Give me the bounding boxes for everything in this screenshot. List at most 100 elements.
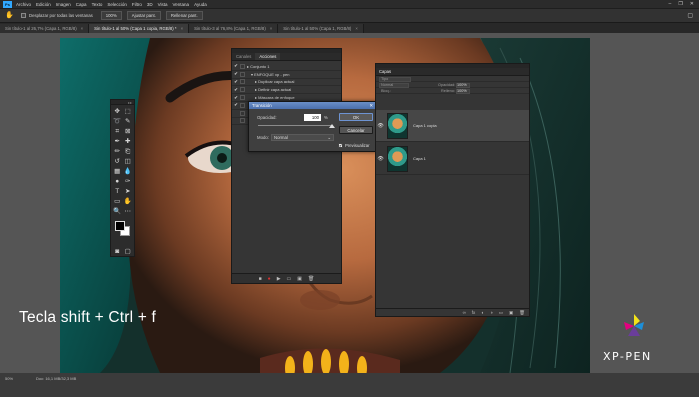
menu-edicion[interactable]: Edición [36,2,51,7]
screen-mode-icon[interactable]: ▢ [123,247,134,257]
dialog-toggle-box[interactable] [240,87,245,93]
menu-imagen[interactable]: Imagen [56,2,71,7]
preview-option[interactable]: ✔ Previsualizar [338,143,370,148]
dialog-toggle-box[interactable] [240,118,245,124]
restore-button[interactable]: ❐ [678,1,682,7]
dialog-title-bar[interactable]: Transición ✕ [249,102,376,109]
fill-screen-button[interactable]: Rellenar pant. [165,11,203,20]
delete-layer-icon[interactable]: 🗑 [519,310,525,316]
play-icon[interactable]: ▶ [277,276,281,282]
opacity-slider-track[interactable] [258,125,332,126]
quick-mask-icon[interactable]: ◙ [112,247,123,257]
menu-vista[interactable]: Vista [158,2,168,7]
close-tab-icon[interactable]: × [81,26,84,31]
workspace-icon[interactable]: ▢ [687,12,693,19]
dialog-toggle-box[interactable] [240,110,245,116]
new-set-icon[interactable]: ▭ [287,276,292,282]
path-select-tool-icon[interactable]: ➤ [123,187,134,197]
color-swatches[interactable] [111,219,134,245]
menu-3d[interactable]: 3D [147,2,153,7]
dialog-toggle-box[interactable] [240,71,245,77]
tab-capas[interactable]: Capas [376,68,529,76]
type-tool-icon[interactable]: T [112,187,123,197]
zoom-tool-icon[interactable]: 🔍 [112,207,123,217]
menu-ventana[interactable]: Ventana [173,2,190,7]
fit-screen-button[interactable]: Ajustar pant. [126,11,161,20]
tab-document-1[interactable]: Sin título-1 al 26,7% (Capa 1, RGB/8) × [0,24,90,33]
adjustment-layer-icon[interactable]: ◑ [490,310,493,315]
close-tab-icon[interactable]: × [270,26,273,31]
move-tool-icon[interactable]: ✥ [112,107,123,117]
action-toggle-check-icon[interactable]: ✔ [232,63,240,69]
tab-document-3[interactable]: Sin título-3 al 76,8% (Capa 1, RGB/8) × [189,24,279,33]
menu-texto[interactable]: Texto [92,2,103,7]
ok-button[interactable]: OK [339,113,373,121]
marquee-tool-icon[interactable]: ⬚ [123,107,134,117]
new-group-icon[interactable]: ▭ [499,310,503,316]
pen-tool-icon[interactable]: ✑ [123,177,134,187]
dodge-tool-icon[interactable]: ● [112,177,123,187]
dialog-close-icon[interactable]: ✕ [369,102,373,109]
brush-tool-icon[interactable]: ✏ [112,147,123,157]
link-layers-icon[interactable]: ∞ [463,310,466,315]
menu-filtro[interactable]: Filtro [132,2,142,7]
scroll-all-windows-checkbox[interactable] [21,13,26,18]
clone-stamp-tool-icon[interactable]: ⎗ [123,147,134,157]
preview-checkbox[interactable]: ✔ [338,143,343,148]
dialog-toggle-box[interactable] [240,63,245,69]
eyedropper-tool-icon[interactable]: ✒ [112,137,123,147]
action-row[interactable]: ✔ ▾ ENFOQUE xp - pen [232,71,341,79]
eraser-tool-icon[interactable]: ◫ [123,157,134,167]
close-tab-icon[interactable]: × [181,26,184,31]
record-icon[interactable]: ● [268,276,271,282]
layer-mask-icon[interactable]: ◐ [481,310,484,315]
action-toggle-check-icon[interactable]: ✔ [232,95,240,101]
menu-archivo[interactable]: Archivo [16,2,31,7]
new-layer-icon[interactable]: ▣ [509,310,513,316]
action-row[interactable]: ✔ ▸ Definir capa actual [232,86,341,95]
more-tools-icon[interactable]: ⋯ [123,207,134,217]
menu-ayuda[interactable]: Ayuda [194,2,207,7]
opacity-slider-thumb[interactable] [329,124,335,128]
action-toggle-check-icon[interactable]: ✔ [232,87,240,93]
quick-select-tool-icon[interactable]: ✎ [123,117,134,127]
hand-icon[interactable]: ✋ [5,12,15,20]
minimize-button[interactable]: – [669,1,672,7]
visibility-eye-icon[interactable]: 👁 [376,156,385,162]
gradient-tool-icon[interactable]: ▦ [112,167,123,177]
dialog-toggle-box[interactable] [240,79,245,85]
layer-row-capa-1-copia[interactable]: 👁 Capa 1 copia [376,110,529,142]
spot-healing-tool-icon[interactable]: ✚ [123,137,134,147]
menu-capa[interactable]: Capa [76,2,87,7]
action-toggle-check-icon[interactable]: ✔ [232,79,240,85]
crop-tool-icon[interactable]: ⌗ [112,127,123,137]
history-brush-tool-icon[interactable]: ↺ [112,157,123,167]
shape-tool-icon[interactable]: ▭ [112,197,123,207]
delete-icon[interactable]: 🗑 [308,276,314,282]
hand-tool-icon[interactable]: ✋ [123,197,134,207]
tab-document-4[interactable]: Sin título-1 al 50% (Capa 1, RGB/8) × [278,24,364,33]
dialog-toggle-box[interactable] [240,102,245,108]
blur-tool-icon[interactable]: 💧 [123,167,134,177]
zoom-level[interactable]: 50% [5,376,13,381]
action-row[interactable]: ✔ ▸ Duplicar capa actual [232,79,341,87]
foreground-color-swatch[interactable] [115,221,125,231]
lasso-tool-icon[interactable]: ➰ [112,117,123,127]
zoom-100-button[interactable]: 100% [100,11,122,20]
dialog-toggle-box[interactable] [240,95,245,101]
cancel-button[interactable]: Cancelar [339,126,373,134]
opacity-input[interactable]: 100 [304,114,321,121]
new-action-icon[interactable]: ▣ [297,276,302,282]
mode-select[interactable]: Normal ⌄ [271,134,334,141]
action-toggle-check-icon[interactable]: ✔ [232,102,240,108]
visibility-eye-icon[interactable]: 👁 [376,123,385,129]
tab-document-2[interactable]: Sin título-1 al 50% (Capa 1 copia, RGB/8… [89,24,190,33]
layer-row-capa-1[interactable]: 👁 Capa 1 [376,143,529,175]
action-toggle-check-icon[interactable]: ✔ [232,71,240,77]
close-tab-icon[interactable]: × [355,26,358,31]
layer-style-icon[interactable]: fx [472,310,476,315]
menu-seleccion[interactable]: Selección [107,2,127,7]
close-window-button[interactable]: ✕ [690,1,694,7]
photoshop-logo-icon[interactable]: Ps [3,0,12,8]
stop-icon[interactable]: ■ [259,276,262,282]
